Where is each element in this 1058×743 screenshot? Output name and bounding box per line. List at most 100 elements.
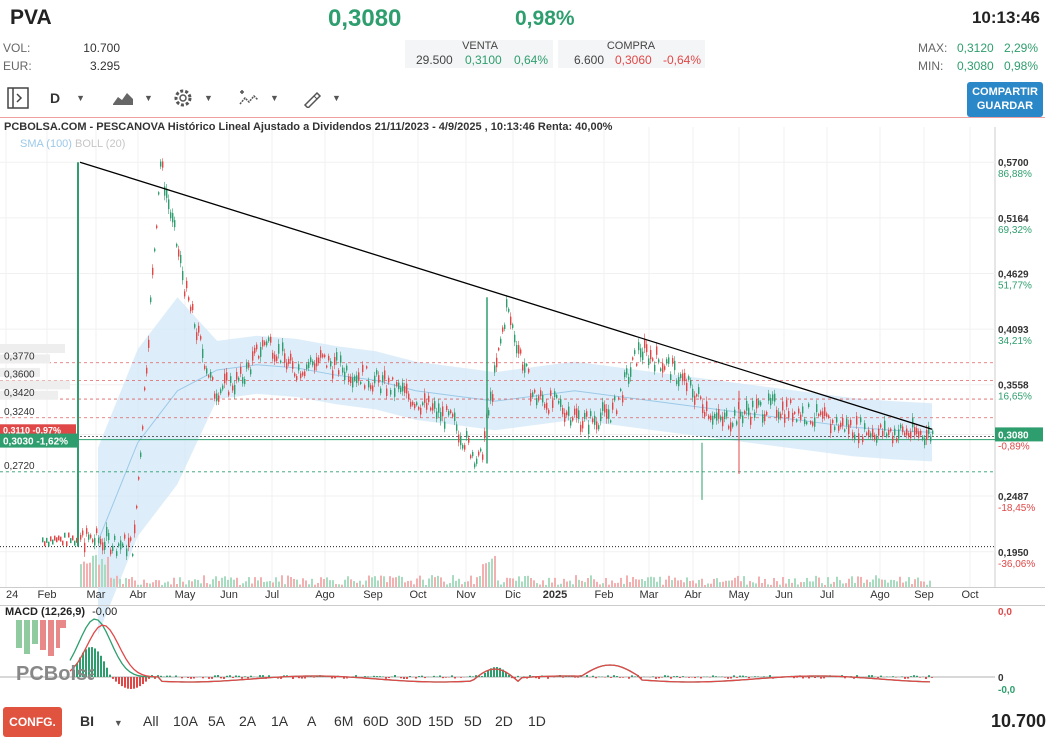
macd-histogram-bar (160, 675, 162, 677)
candle (814, 417, 816, 427)
macd-histogram-bar (484, 672, 486, 677)
candle (710, 415, 712, 421)
macd-histogram-bar (124, 677, 126, 688)
volume-bar (389, 576, 391, 587)
legend-sma[interactable]: SMA (100) (20, 138, 72, 150)
range-30d[interactable]: 30D (396, 713, 422, 729)
range-2d[interactable]: 2D (495, 713, 513, 729)
volume-bar (125, 578, 127, 587)
macd-histogram-bar (445, 677, 447, 678)
range-2a[interactable]: 2A (239, 713, 256, 729)
period-dropdown[interactable]: BI ▼ (80, 713, 123, 729)
volume-bar (785, 583, 787, 587)
x-tick-label: Jul (820, 589, 834, 601)
price-chart[interactable]: 0,570086,88% 0,516469,32% 0,462951,77% 0,40… (0, 117, 1058, 707)
candle (192, 303, 194, 311)
macd-histogram-bar (241, 677, 243, 679)
volume-bar (740, 581, 742, 587)
volume-bar (866, 579, 868, 587)
range-5d[interactable]: 5D (464, 713, 482, 729)
candle (476, 458, 478, 464)
candle (198, 325, 200, 333)
volume-bar (473, 584, 475, 587)
macd-histogram-bar (757, 676, 759, 677)
candle (518, 345, 520, 354)
volume-bar (293, 578, 295, 587)
candle (214, 393, 216, 399)
candle (86, 528, 88, 534)
candle (714, 413, 716, 418)
volume-bar (836, 576, 838, 587)
candle (324, 354, 326, 358)
volume-bar (452, 575, 454, 587)
macd-histogram-bar (394, 675, 396, 677)
volume-bar (707, 583, 709, 587)
macd-histogram-bar (202, 677, 204, 679)
range-1d[interactable]: 1D (528, 713, 546, 729)
candle (534, 389, 536, 393)
candle (252, 351, 254, 361)
volume-bar (521, 581, 523, 587)
volume-bar (209, 584, 211, 587)
candle (680, 374, 682, 378)
candle (176, 243, 178, 247)
interval-dropdown[interactable]: D ▼ (50, 86, 85, 110)
range-all[interactable]: All (143, 713, 159, 729)
macd-histogram-bar (454, 677, 456, 679)
volume-bar (350, 579, 352, 587)
volume-bar (515, 580, 517, 587)
range-60d[interactable]: 60D (363, 713, 389, 729)
volume-bar (149, 583, 151, 587)
candle (138, 477, 140, 480)
volume-bar (122, 583, 124, 587)
candle (230, 376, 232, 383)
range-1a[interactable]: 1A (271, 713, 288, 729)
volume-bar (833, 581, 835, 587)
range-6m[interactable]: 6M (334, 713, 353, 729)
candle (676, 380, 678, 385)
candle (98, 537, 100, 544)
candle (272, 352, 274, 359)
candle (132, 553, 134, 557)
volume-bar (413, 584, 415, 587)
candle (788, 411, 790, 418)
indicators-dropdown[interactable]: ▼ (238, 86, 279, 110)
settings-dropdown[interactable]: ▼ (172, 86, 213, 110)
candle (852, 432, 854, 438)
range-a[interactable]: A (307, 713, 316, 729)
drawing-tools-dropdown[interactable]: ▼ (302, 86, 341, 110)
volume-bar (119, 578, 121, 587)
candle (670, 374, 672, 381)
volume-bar (314, 584, 316, 587)
left-level-label: 0,3240 (4, 407, 35, 418)
candle (232, 385, 234, 391)
volume-bar (617, 582, 619, 587)
candle (716, 412, 718, 421)
volume-bar (539, 584, 541, 587)
volume-bar (755, 583, 757, 587)
config-button[interactable]: CONFG. (3, 707, 62, 737)
share-save-button[interactable]: COMPARTIR GUARDAR (967, 82, 1043, 117)
chart-type-dropdown[interactable]: ▼ (112, 86, 153, 110)
candle (542, 395, 544, 403)
right-price-label: 0,1950 (998, 548, 1029, 559)
macd-histogram-bar (313, 677, 315, 678)
volume-bar (677, 580, 679, 587)
range-5a[interactable]: 5A (208, 713, 225, 729)
volume-bar (176, 584, 178, 587)
range-10a[interactable]: 10A (173, 713, 198, 729)
macd-histogram-bar (904, 677, 906, 679)
legend-boll[interactable]: BOLL (20) (75, 138, 125, 150)
volume-bar (284, 584, 286, 587)
candle (572, 417, 574, 421)
range-15d[interactable]: 15D (428, 713, 454, 729)
candle (568, 406, 570, 416)
volume-bar (308, 584, 310, 587)
macd-axis-label: -0,0 (998, 685, 1016, 696)
toggle-panel-button[interactable] (6, 86, 30, 110)
candle (484, 431, 486, 439)
volume-bar (512, 578, 514, 587)
volume-bar (608, 584, 610, 587)
candle (904, 432, 906, 436)
volume-bar (287, 575, 289, 587)
